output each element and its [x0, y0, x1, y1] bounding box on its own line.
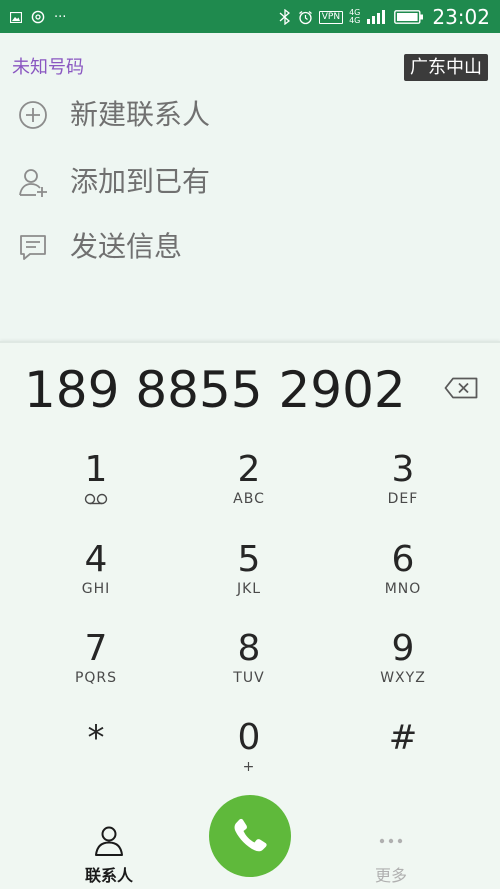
add-to-existing-label: 添加到已有: [70, 165, 211, 198]
more-tab-label: 更多: [374, 866, 407, 885]
contacts-tab[interactable]: 联系人: [74, 822, 144, 886]
key-0[interactable]: 0 +: [184, 718, 314, 798]
key-4[interactable]: 4 GHI: [31, 540, 161, 620]
key-digit: *: [87, 718, 105, 758]
key-letters: GHI: [81, 581, 111, 597]
key-digit: 8: [237, 628, 261, 669]
status-right: VPN 4G 4G 23:02: [278, 4, 490, 30]
send-message-label: 发送信息: [70, 230, 183, 263]
contacts-tab-label: 联系人: [84, 866, 133, 885]
key-5[interactable]: 5 JKL: [184, 540, 314, 620]
unknown-number-label: 未知号码: [12, 57, 84, 78]
key-letters: WXYZ: [380, 670, 426, 686]
key-6[interactable]: 6 MNO: [338, 540, 468, 620]
add-circle-icon: [19, 101, 47, 129]
status-time: 23:02: [432, 5, 490, 29]
key-letters: MNO: [384, 581, 422, 597]
key-letters: +: [242, 759, 256, 775]
key-digit: 6: [391, 539, 415, 580]
gallery-notification-icon: [10, 11, 22, 23]
message-icon: [20, 235, 46, 260]
add-person-icon: [19, 169, 47, 197]
key-digit: #: [388, 718, 418, 758]
new-contact-label: 新建联系人: [70, 98, 211, 131]
vpn-badge: VPN: [318, 10, 344, 24]
key-digit: 0: [237, 717, 261, 758]
key-letters: PQRS: [74, 670, 118, 686]
network-type: 4G 4G: [349, 9, 360, 25]
dialed-number[interactable]: 189 8855 2902: [24, 360, 406, 420]
key-7[interactable]: 7 PQRS: [31, 629, 161, 709]
voicemail-icon: [84, 493, 108, 505]
key-letters: TUV: [233, 670, 265, 686]
location-badge: 广东中山: [404, 54, 488, 81]
key-1[interactable]: 1: [31, 450, 161, 530]
key-digit: 7: [84, 628, 108, 669]
backspace-icon[interactable]: [444, 377, 478, 399]
key-digit: 2: [237, 449, 261, 490]
call-button[interactable]: [209, 795, 291, 877]
key-letters: JKL: [236, 581, 262, 597]
key-digit: 4: [84, 539, 108, 580]
signal-icon: [367, 10, 386, 24]
key-2[interactable]: 2 ABC: [184, 450, 314, 530]
more-notifications-icon: ···: [54, 9, 67, 25]
more-dots-icon: [379, 838, 403, 844]
bluetooth-icon: [279, 9, 290, 25]
add-to-existing-action[interactable]: 添加到已有: [0, 157, 500, 207]
key-9[interactable]: 9 WXYZ: [338, 629, 468, 709]
key-digit: 9: [391, 628, 415, 669]
key-3[interactable]: 3 DEF: [338, 450, 468, 530]
key-digit: 5: [237, 539, 261, 580]
battery-icon: [394, 10, 424, 24]
key-letters: DEF: [387, 491, 419, 507]
key-8[interactable]: 8 TUV: [184, 629, 314, 709]
new-contact-action[interactable]: 新建联系人: [0, 90, 500, 140]
sync-notification-icon: [31, 10, 45, 24]
send-message-action[interactable]: 发送信息: [0, 222, 500, 272]
key-hash[interactable]: #: [338, 718, 468, 798]
key-star[interactable]: *: [31, 718, 161, 798]
key-digit: 1: [84, 449, 108, 490]
status-left: ···: [10, 7, 66, 27]
contacts-icon: [95, 826, 123, 856]
status-bar: ··· VPN 4G 4G 23:02: [0, 0, 500, 33]
phone-icon: [234, 818, 267, 852]
key-letters: ABC: [233, 491, 265, 507]
key-digit: 3: [391, 449, 415, 490]
more-tab[interactable]: 更多: [356, 822, 426, 886]
alarm-icon: [298, 10, 312, 24]
network-type-bottom: 4G: [349, 16, 361, 25]
